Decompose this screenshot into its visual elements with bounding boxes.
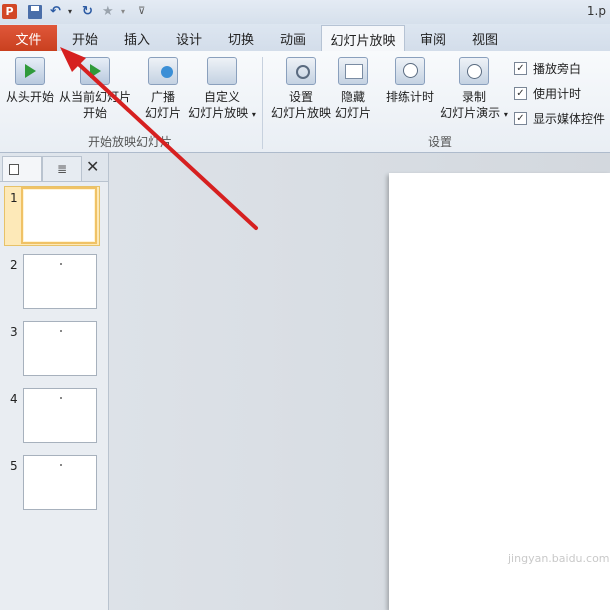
tab-review[interactable]: 审阅 <box>410 26 456 51</box>
checkbox-checked-icon: ✓ <box>514 112 527 125</box>
thumbnail-dot <box>60 263 62 265</box>
tab-insert[interactable]: 插入 <box>114 26 160 51</box>
play-narration-checkbox[interactable]: ✓ 播放旁白 <box>514 60 581 77</box>
record-stopwatch-icon <box>459 57 489 85</box>
slide-canvas[interactable] <box>389 173 610 610</box>
hide-label-2: 幻灯片 <box>334 106 371 120</box>
setup-slideshow-button[interactable]: 设置 幻灯片放映 <box>270 57 332 121</box>
from-beginning-button[interactable]: 从头开始 <box>4 57 56 105</box>
custom-label-1: 自定义 <box>203 90 240 104</box>
slide-number: 2 <box>10 258 18 272</box>
group-separator <box>262 57 263 149</box>
hide-slide-button[interactable]: 隐藏 幻灯片 <box>333 57 373 121</box>
tab-transitions[interactable]: 切换 <box>218 26 264 51</box>
slide-editor[interactable] <box>109 153 610 610</box>
play-from-start-icon <box>15 57 45 85</box>
checkbox-checked-icon: ✓ <box>514 62 527 75</box>
show-media-controls-checkbox[interactable]: ✓ 显示媒体控件 <box>514 110 605 127</box>
tab-slides[interactable] <box>2 156 42 181</box>
slide-number: 4 <box>10 392 18 406</box>
play-from-current-icon <box>80 57 110 85</box>
from-current-slide-button[interactable]: 从当前幻灯片 开始 <box>57 57 133 121</box>
undo-dropdown-icon[interactable]: ▾ <box>68 3 72 20</box>
slide-number: 5 <box>10 459 18 473</box>
group-label-setup: 设置 <box>428 135 453 149</box>
customize-quick-access-icon[interactable]: ⊽ <box>138 3 145 20</box>
star-dropdown-icon[interactable]: ▾ <box>121 3 125 20</box>
watermark: jingyan.baidu.com <box>508 552 610 565</box>
tab-design[interactable]: 设计 <box>166 26 212 51</box>
powerpoint-app-icon[interactable]: P <box>2 4 17 19</box>
slide-thumbnail[interactable] <box>23 321 97 376</box>
save-icon[interactable] <box>28 5 42 19</box>
use-timings-label: 使用计时 <box>533 87 582 101</box>
ribbon-tabs: 文件 开始 插入 设计 切换 动画 幻灯片放映 审阅 视图 <box>0 24 610 52</box>
close-icon[interactable]: ✕ <box>86 157 99 176</box>
undo-icon[interactable]: ↶ <box>50 3 61 20</box>
thumbnail-dot <box>60 330 62 332</box>
title-bar: P ↶ ▾ ↻ ★ ▾ ⊽ 1.p <box>0 0 610 24</box>
hide-slide-icon <box>338 57 368 85</box>
thumbnail-dot <box>60 397 62 399</box>
redo-icon[interactable]: ↻ <box>82 3 93 20</box>
setup-slideshow-icon <box>286 57 316 85</box>
record-label-1: 录制 <box>461 90 486 104</box>
slide-number: 1 <box>10 191 18 205</box>
slide-number: 3 <box>10 325 18 339</box>
slide-thumbnail[interactable] <box>21 187 97 244</box>
from-current-label-1: 从当前幻灯片 <box>58 90 131 104</box>
slides-icon <box>9 164 19 175</box>
tab-view[interactable]: 视图 <box>462 26 508 51</box>
slide-thumbnail[interactable] <box>23 254 97 309</box>
show-media-controls-label: 显示媒体控件 <box>533 112 606 126</box>
thumbnail-dot <box>60 464 62 466</box>
broadcast-label-1: 广播 <box>150 90 175 104</box>
use-timings-checkbox[interactable]: ✓ 使用计时 <box>514 85 581 102</box>
rehearse-timings-button[interactable]: 排练计时 <box>384 57 436 105</box>
from-current-label-2: 开始 <box>82 106 107 120</box>
tab-file[interactable]: 文件 <box>0 25 57 51</box>
record-slideshow-button[interactable]: 录制 幻灯片演示 ▾ <box>438 57 510 123</box>
custom-slideshow-icon <box>207 57 237 85</box>
pane-tabs: ≣ ✕ <box>0 153 108 182</box>
record-label-2: 幻灯片演示 ▾ <box>440 106 508 120</box>
ribbon: 从头开始 从当前幻灯片 开始 广播 幻灯片 自定义 幻灯片放映 ▾ 开始放映幻灯… <box>0 51 610 153</box>
slide-thumbnail[interactable] <box>23 455 97 510</box>
slide-thumbnail[interactable] <box>23 388 97 443</box>
from-beginning-label: 从头开始 <box>5 90 54 104</box>
tab-animations[interactable]: 动画 <box>270 26 316 51</box>
broadcast-icon <box>148 57 178 85</box>
tab-slideshow[interactable]: 幻灯片放映 <box>321 25 405 52</box>
broadcast-slideshow-button[interactable]: 广播 幻灯片 <box>141 57 185 121</box>
group-label-start-slideshow: 开始放映幻灯片 <box>88 135 173 149</box>
star-icon[interactable]: ★ <box>102 3 114 20</box>
custom-slideshow-button[interactable]: 自定义 幻灯片放映 ▾ <box>186 57 258 123</box>
checkbox-checked-icon: ✓ <box>514 87 527 100</box>
tab-home[interactable]: 开始 <box>62 26 108 51</box>
window-title: 1.p <box>586 4 606 18</box>
hide-label-1: 隐藏 <box>340 90 365 104</box>
slide-thumbnail-pane: ≣ ✕ 1 2 3 4 5 <box>0 153 109 610</box>
play-narration-label: 播放旁白 <box>533 62 582 76</box>
setup-label-2: 幻灯片放映 <box>270 106 331 120</box>
tab-outline[interactable]: ≣ <box>42 156 82 181</box>
rehearse-label: 排练计时 <box>385 90 434 104</box>
broadcast-label-2: 幻灯片 <box>144 106 181 120</box>
setup-label-1: 设置 <box>288 90 313 104</box>
custom-label-2: 幻灯片放映 ▾ <box>188 106 256 120</box>
clock-icon <box>395 57 425 85</box>
